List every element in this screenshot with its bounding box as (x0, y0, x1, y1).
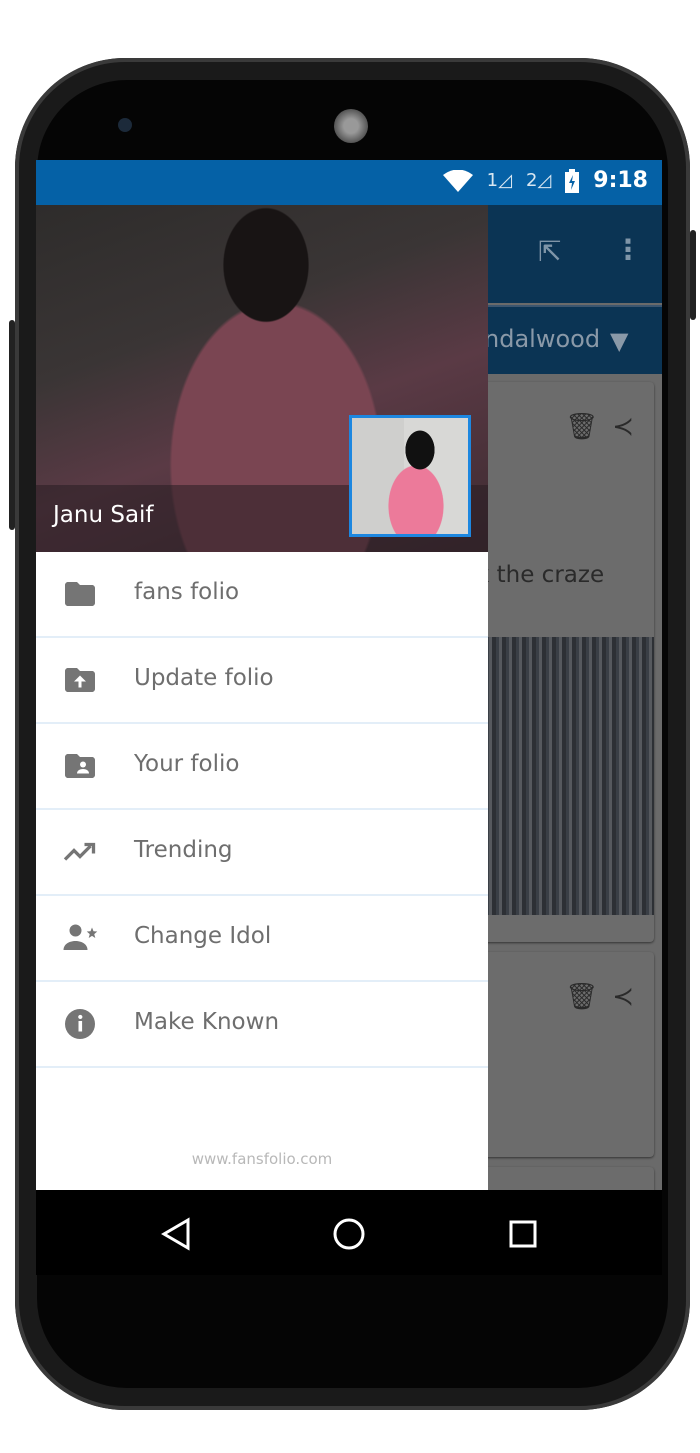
menu-label: Update folio (134, 665, 274, 691)
menu-label: Your folio (134, 751, 240, 777)
share-out-icon: ⇱ (538, 235, 562, 268)
menu-label: Make Known (134, 1009, 280, 1035)
screen: 1◿ 2◿ 9:18 ⇱ ⋮ ndalwood ▼ 🗑 ≺ k the craze… (36, 160, 662, 1275)
speaker-grille (334, 109, 368, 143)
share-icon: ≺ (612, 982, 634, 1012)
back-button[interactable] (154, 1212, 198, 1256)
menu-item-make-known[interactable]: Make Known (36, 982, 488, 1068)
user-name: Janu Saif (53, 502, 154, 528)
folder-icon (65, 582, 95, 606)
recents-icon (509, 1220, 537, 1248)
profile-header: Janu Saif (36, 205, 488, 552)
signal-icon: 2◿ (525, 170, 552, 191)
filter-icon: ▼ (610, 327, 629, 355)
side-button (9, 320, 15, 530)
tab-label: ndalwood (484, 325, 601, 353)
menu-label: Change Idol (134, 923, 272, 949)
navigation-drawer: Janu Saif fans folio Update folio Your f… (36, 205, 488, 1190)
menu-item-trending[interactable]: Trending (36, 810, 488, 896)
status-bar: 1◿ 2◿ 9:18 (36, 160, 662, 205)
signal-icon: 1◿ (486, 170, 512, 191)
menu-label: fans folio (134, 579, 240, 605)
volume-button (690, 230, 696, 320)
back-icon (161, 1217, 190, 1251)
wifi-icon (442, 169, 473, 192)
delete-icon: 🗑 (565, 412, 599, 442)
sim1-label: 1 (486, 170, 499, 191)
folder-account-icon (65, 754, 95, 778)
home-button[interactable] (327, 1212, 371, 1256)
delete-icon: 🗑 (565, 982, 599, 1012)
navigation-bar (36, 1190, 662, 1275)
front-camera (118, 118, 132, 132)
more-vert-icon: ⋮ (614, 233, 642, 266)
recents-button[interactable] (501, 1212, 545, 1256)
menu-label: Trending (134, 837, 233, 863)
menu-item-your-folio[interactable]: Your folio (36, 724, 488, 810)
account-star-icon (63, 924, 98, 950)
footer-link[interactable]: www.fansfolio.com (36, 1150, 488, 1168)
menu-item-fans-folio[interactable]: fans folio (36, 552, 488, 638)
card-text: k the craze (476, 562, 605, 588)
feed-card: 🗑 ≺ k the craze (476, 382, 654, 942)
battery-charging-icon (565, 168, 580, 193)
sim2-label: 2 (525, 170, 538, 191)
clock: 9:18 (593, 168, 648, 193)
folder-upload-icon (65, 668, 95, 692)
share-icon: ≺ (612, 412, 634, 442)
drawer-menu: fans folio Update folio Your folio Trend… (36, 552, 488, 1068)
menu-item-update-folio[interactable]: Update folio (36, 638, 488, 724)
feed-card: 🗑 ≺ (476, 952, 654, 1157)
trending-up-icon (63, 842, 96, 861)
menu-item-change-idol[interactable]: Change Idol (36, 896, 488, 982)
card-image (476, 637, 654, 915)
info-icon (65, 1009, 95, 1039)
home-icon (333, 1218, 365, 1250)
avatar[interactable] (349, 415, 471, 537)
